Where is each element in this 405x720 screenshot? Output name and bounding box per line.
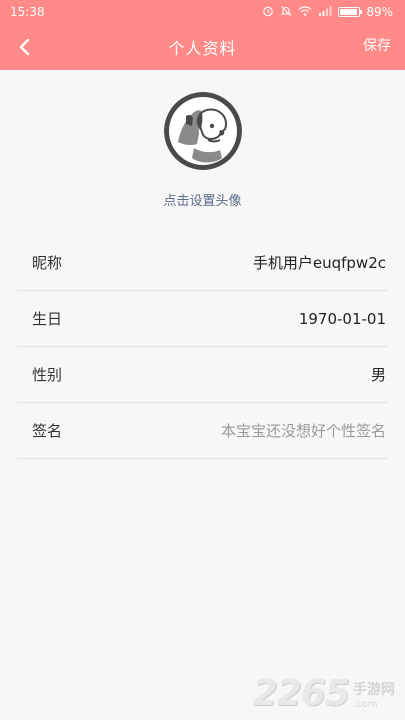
back-button[interactable] bbox=[10, 32, 40, 62]
gender-value: 男 bbox=[370, 366, 386, 384]
alarm-icon bbox=[262, 5, 274, 20]
avatar[interactable] bbox=[163, 92, 242, 170]
dog-avatar-icon bbox=[163, 92, 242, 170]
save-button[interactable]: 保存 bbox=[363, 35, 391, 55]
watermark-number: 2265 bbox=[252, 673, 350, 714]
page-title: 个人资料 bbox=[168, 39, 237, 58]
signature-placeholder: 本宝宝还没想好个性签名 bbox=[220, 422, 386, 440]
wifi-icon bbox=[298, 5, 312, 20]
battery-percent: 89% bbox=[366, 5, 393, 19]
nav-bar: 个人资料 保存 bbox=[0, 24, 405, 70]
signal-icon bbox=[318, 5, 332, 20]
status-icons: 89% bbox=[262, 5, 393, 20]
chevron-left-icon bbox=[19, 38, 30, 56]
signature-label: 签名 bbox=[32, 422, 63, 440]
nickname-row[interactable]: 昵称 手机用户euqfpw2c bbox=[18, 235, 388, 291]
app-header: 15:38 89% 个人资料 保存 bbox=[0, 0, 405, 70]
battery-icon bbox=[338, 7, 363, 17]
mute-icon bbox=[280, 5, 292, 20]
watermark-side: 手游网 .com bbox=[353, 679, 395, 710]
watermark-domain: .com bbox=[353, 699, 378, 710]
birthday-label: 生日 bbox=[32, 310, 63, 328]
avatar-section: 点击设置头像 bbox=[0, 92, 405, 209]
signature-row[interactable]: 签名 本宝宝还没想好个性签名 bbox=[18, 403, 388, 459]
watermark-site: 手游网 bbox=[353, 682, 395, 698]
set-avatar-link[interactable]: 点击设置头像 bbox=[163, 190, 241, 209]
status-bar: 15:38 89% bbox=[0, 0, 405, 24]
birthday-row[interactable]: 生日 1970-01-01 bbox=[18, 291, 388, 347]
birthday-value: 1970-01-01 bbox=[298, 309, 386, 328]
nickname-label: 昵称 bbox=[32, 254, 63, 272]
nickname-value: 手机用户euqfpw2c bbox=[252, 254, 386, 272]
gender-label: 性别 bbox=[32, 366, 63, 384]
profile-field-list: 昵称 手机用户euqfpw2c 生日 1970-01-01 性别 男 签名 本宝… bbox=[18, 235, 388, 459]
watermark: 2265 手游网 .com bbox=[253, 673, 395, 714]
gender-row[interactable]: 性别 男 bbox=[18, 347, 388, 403]
status-time: 15:38 bbox=[10, 5, 45, 19]
